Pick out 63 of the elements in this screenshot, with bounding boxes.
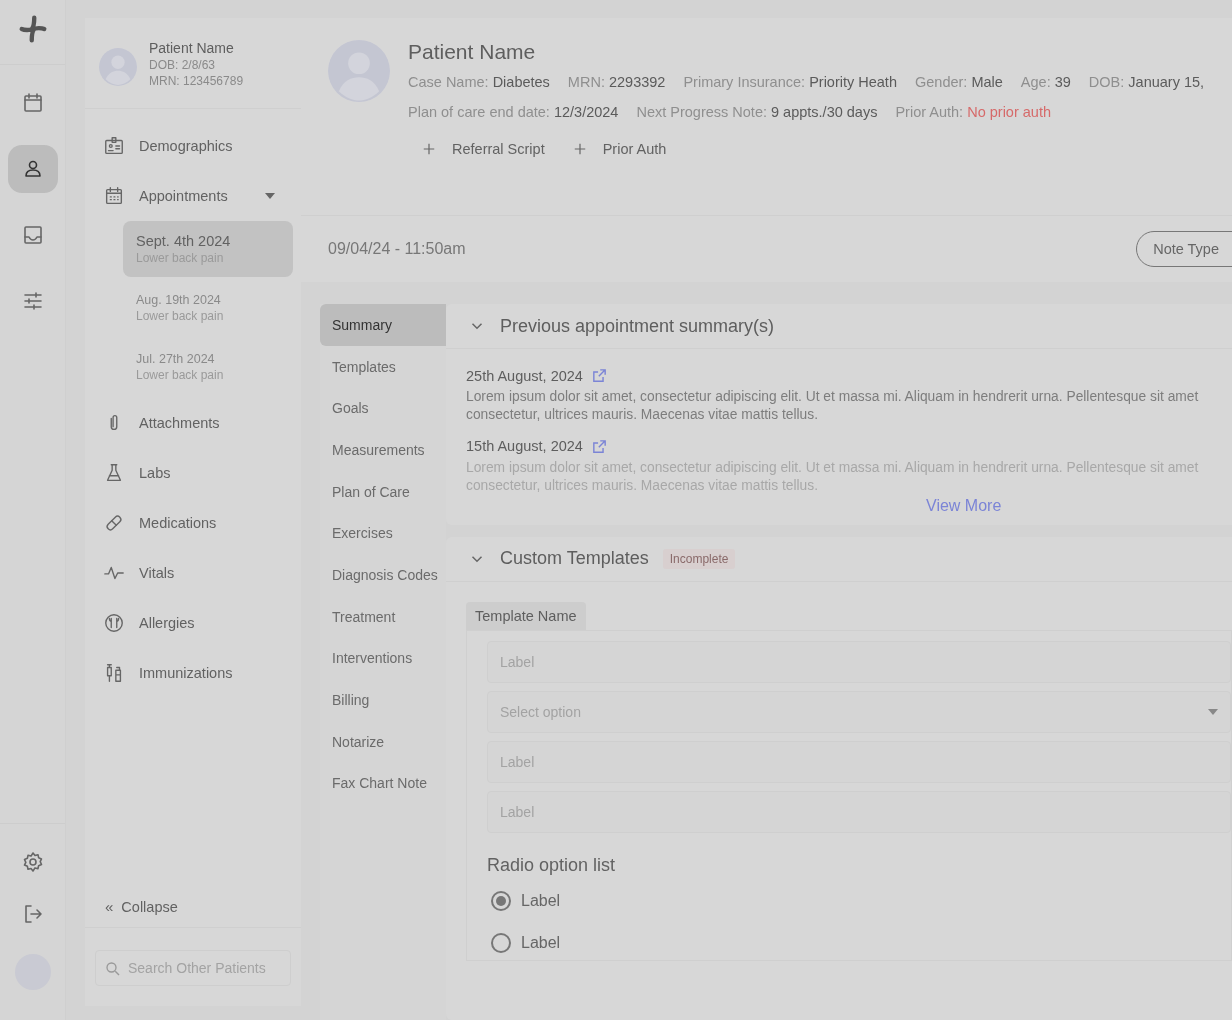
- section-tab[interactable]: Notarize: [320, 720, 446, 763]
- summary-date: 25th August, 2024: [466, 367, 583, 384]
- sidebar-item[interactable]: Immunizations: [103, 648, 291, 698]
- section-tab[interactable]: Interventions: [320, 637, 446, 680]
- sidebar-item[interactable]: Demographics: [103, 121, 291, 171]
- sidebar-item[interactable]: Labs: [103, 448, 291, 498]
- section-tab[interactable]: Plan of Care: [320, 470, 446, 513]
- appointment-item[interactable]: Aug. 19th 2024 Lower back pain: [123, 280, 293, 336]
- caret-icon[interactable]: [265, 193, 275, 199]
- radio-button[interactable]: [491, 932, 511, 953]
- radio-group-title: Radio option list: [487, 854, 617, 876]
- section-tab[interactable]: Summary: [320, 304, 446, 346]
- patient-detail: Plan of care end date: 12/3/2024: [408, 104, 619, 120]
- patient-detail: Case Name: Diabetes: [408, 74, 550, 90]
- summary-date: 15th August, 2024: [466, 438, 583, 455]
- section-tab[interactable]: Billing: [320, 679, 446, 721]
- section-tab[interactable]: Measurements: [320, 429, 446, 471]
- visit-datetime: 09/04/24 - 11:50am: [328, 240, 466, 258]
- patient-detail: DOB: January 15,: [1088, 74, 1205, 90]
- status-badge: Incomplete: [662, 548, 736, 569]
- section-tab[interactable]: Exercises: [320, 512, 446, 555]
- patient-name: Patient Name: [149, 40, 235, 56]
- allergy-icon: [103, 612, 125, 634]
- external-link-icon[interactable]: [590, 367, 608, 384]
- search-icon: [104, 960, 122, 978]
- pill-icon: [103, 512, 125, 534]
- patient-name: Patient Name: [408, 40, 537, 64]
- patient-detail: MRN: 2293392: [567, 74, 666, 90]
- section-title: Previous appointment summary(s): [500, 315, 775, 337]
- radio-label: Label: [521, 891, 561, 910]
- patient-detail: Next Progress Note: 9 appts./30 days: [636, 104, 878, 120]
- patient-mrn: MRN: 123456789: [149, 74, 244, 88]
- summary-text: Lorem ipsum dolor sit amet, consectetur adipiscing elit. Ut et massa mi. Aliquam in hendrerit urna. Pellentesque sit amet consectetur, ultrices mauris. Maecenas vitae mattis tellus.: [466, 388, 1200, 424]
- section-title: Custom Templates: [500, 548, 649, 570]
- patient-detail: Age: 39: [1020, 74, 1071, 90]
- section-tab[interactable]: Diagnosis Codes: [320, 554, 446, 596]
- sidebar-item[interactable]: Appointments: [103, 171, 291, 221]
- patient-detail: Primary Insurance: Priority Heath: [683, 74, 897, 90]
- section-tab[interactable]: Treatment: [320, 595, 446, 638]
- collapse-button[interactable]: « Collapse: [105, 898, 178, 915]
- calendar-icon: [103, 185, 125, 207]
- appointment-item[interactable]: Jul. 27th 2024 Lower back pain: [123, 339, 293, 395]
- id-card-icon: [103, 135, 125, 157]
- person-nav-button[interactable]: [7, 145, 58, 193]
- patient-dob: DOB: 2/8/63: [149, 58, 217, 72]
- section-tab[interactable]: Goals: [320, 387, 446, 430]
- section-tab[interactable]: Templates: [320, 345, 446, 388]
- patient-detail: Gender: Male: [914, 74, 1003, 90]
- sidebar-item[interactable]: Medications: [103, 498, 291, 548]
- add-button[interactable]: Prior Auth: [570, 140, 667, 158]
- radio-label: Label: [521, 933, 561, 952]
- view-more-link[interactable]: View More: [926, 496, 1002, 515]
- radio-button[interactable]: [491, 890, 511, 911]
- sidebar-item[interactable]: Allergies: [103, 598, 291, 648]
- sidebar-item[interactable]: Vitals: [103, 548, 291, 598]
- section-tab[interactable]: Fax Chart Note: [320, 762, 446, 805]
- add-button[interactable]: Referral Script: [420, 140, 545, 158]
- logo-icon: [17, 14, 48, 44]
- template-tab[interactable]: Template Name: [466, 601, 586, 630]
- patient-detail: Prior Auth: No prior auth: [895, 104, 1051, 120]
- caret-icon: [1208, 708, 1218, 715]
- sidebar-item[interactable]: Attachments: [103, 398, 291, 448]
- external-link-icon[interactable]: [590, 437, 608, 455]
